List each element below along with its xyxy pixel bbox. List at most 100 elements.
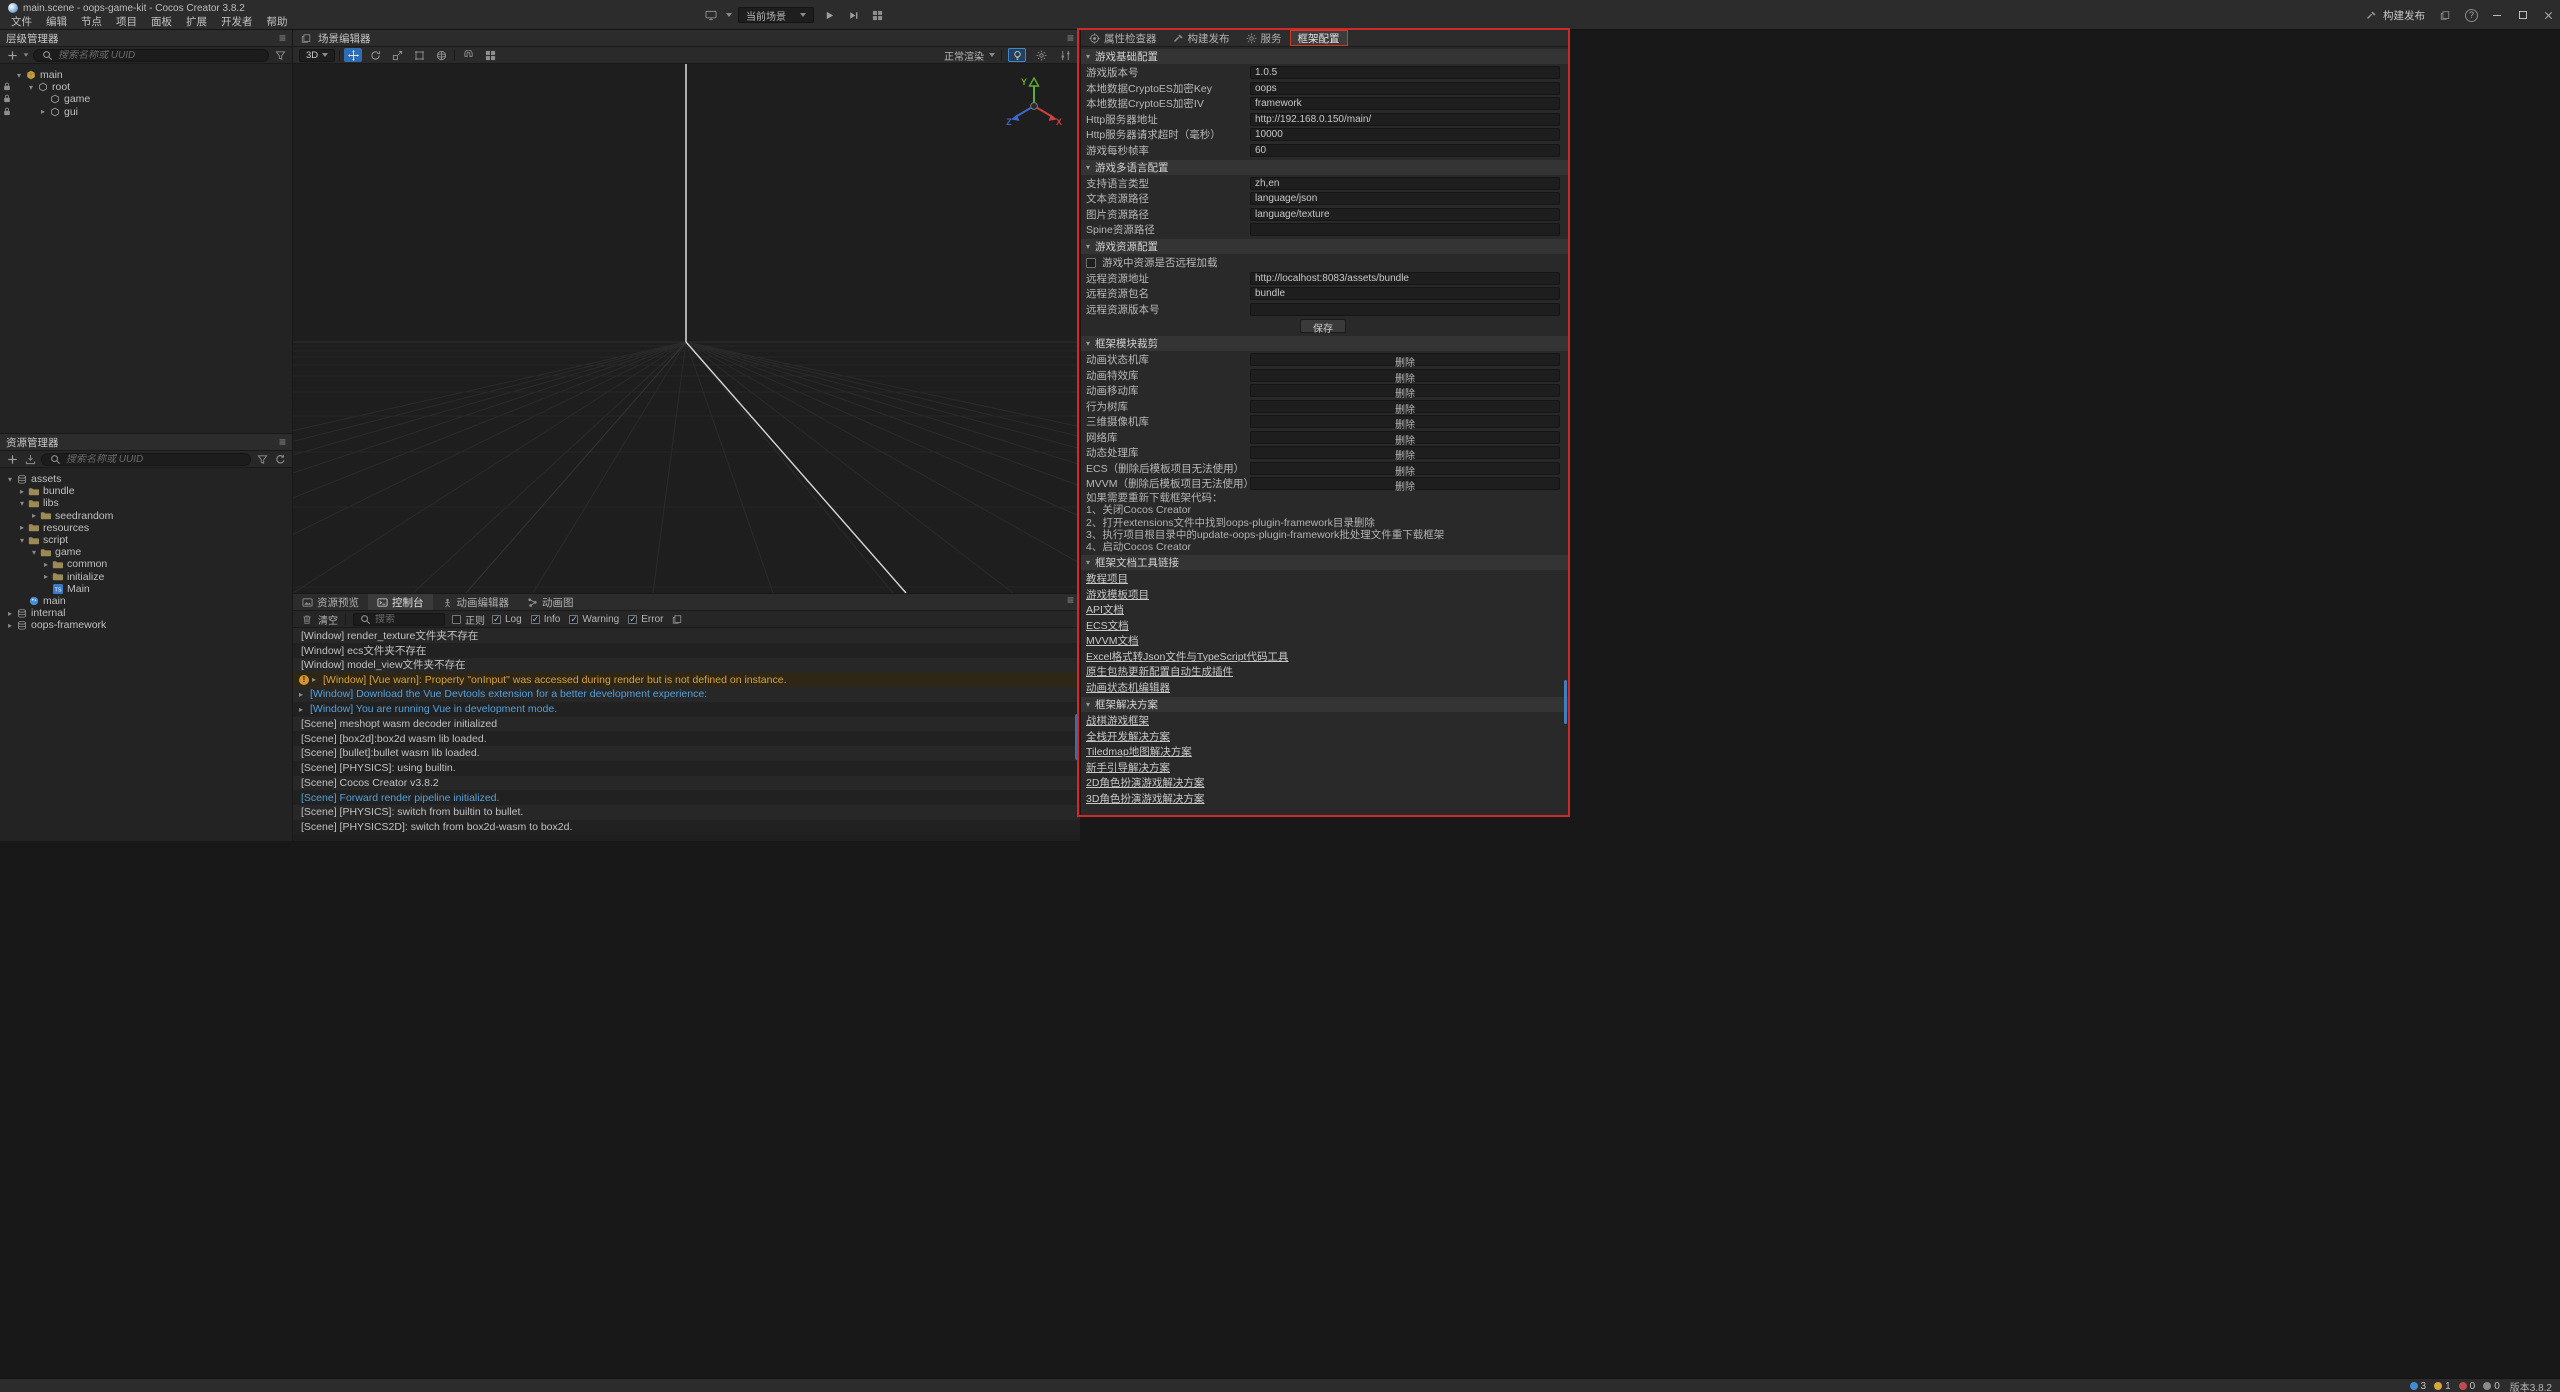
console-search[interactable]	[353, 613, 445, 626]
gizmo-space-button[interactable]	[432, 48, 450, 62]
minimize-button[interactable]	[2489, 8, 2504, 23]
inspector-tab[interactable]: 服务	[1238, 30, 1290, 46]
hierarchy-node[interactable]: ▸gui	[0, 106, 292, 118]
filter-error[interactable]: Error	[628, 614, 663, 625]
grid-snap-button[interactable]	[481, 48, 499, 62]
asset-node[interactable]: TSMain	[0, 583, 292, 595]
doc-link[interactable]: 3D角色扮演游戏解决方案	[1086, 791, 1204, 806]
expand-arrow[interactable]: ▸	[5, 609, 15, 618]
property-input[interactable]	[1250, 223, 1560, 236]
add-node-button[interactable]	[5, 48, 19, 62]
doc-link[interactable]: ECS文档	[1086, 618, 1129, 633]
panel-menu-icon[interactable]	[1067, 32, 1074, 44]
inspector-tab[interactable]: 属性检查器	[1081, 30, 1165, 46]
property-input[interactable]	[1250, 177, 1560, 190]
expand-arrow[interactable]: ▾	[29, 548, 39, 557]
expand-arrow[interactable]: ▸	[299, 705, 308, 714]
doc-link[interactable]: 战棋游戏框架	[1086, 713, 1149, 728]
property-input[interactable]	[1250, 113, 1560, 126]
rect-tool-button[interactable]	[410, 48, 428, 62]
console-tab[interactable]: 动画图	[518, 594, 583, 610]
expand-arrow[interactable]: ▸	[17, 487, 27, 496]
delete-button[interactable]: 删除	[1250, 477, 1560, 490]
menu-item[interactable]: 帮助	[260, 15, 295, 30]
menu-item[interactable]: 编辑	[39, 15, 74, 30]
section-header[interactable]: ▾框架文档工具链接	[1081, 555, 1568, 570]
log-row[interactable]: [Window] render_texture文件夹不存在	[293, 628, 1080, 643]
asset-node[interactable]: ▸internal	[0, 607, 292, 619]
regex-toggle[interactable]: 正则	[452, 612, 485, 627]
property-input[interactable]	[1250, 192, 1560, 205]
assets-search-input[interactable]	[66, 454, 244, 465]
status-badge-info[interactable]: 3	[2410, 1381, 2427, 1392]
asset-node[interactable]: ▸seedrandom	[0, 510, 292, 522]
snap-tool-button[interactable]	[459, 48, 477, 62]
render-mode-select[interactable]: 正常渲染	[944, 48, 995, 63]
expand-arrow[interactable]: ▸	[41, 572, 51, 581]
log-row[interactable]: [Scene] [bullet]:bullet wasm lib loaded.	[293, 746, 1080, 761]
menu-item[interactable]: 面板	[144, 15, 179, 30]
view-options-button[interactable]	[1056, 48, 1074, 62]
hierarchy-node[interactable]: game	[0, 93, 292, 105]
section-header[interactable]: ▾游戏多语言配置	[1081, 160, 1568, 175]
log-row[interactable]: [Scene] [PHYSICS]: using builtin.	[293, 761, 1080, 776]
export-log-icon[interactable]	[670, 612, 684, 626]
panel-menu-icon[interactable]	[279, 436, 286, 448]
property-input[interactable]	[1250, 128, 1560, 141]
section-header[interactable]: ▾框架解决方案	[1081, 697, 1568, 712]
hierarchy-search-input[interactable]	[58, 50, 262, 61]
build-publish-button[interactable]: 构建发布	[2364, 8, 2425, 23]
delete-button[interactable]: 删除	[1250, 462, 1560, 475]
inspector-scrollbar[interactable]	[1564, 680, 1567, 724]
doc-link[interactable]: Excel格式转Json文件与TypeScript代码工具	[1086, 649, 1288, 664]
close-button[interactable]	[2541, 8, 2556, 23]
delete-button[interactable]: 删除	[1250, 353, 1560, 366]
checkbox[interactable]	[628, 615, 637, 624]
menu-item[interactable]: 文件	[4, 15, 39, 30]
expand-arrow[interactable]: ▾	[17, 536, 27, 545]
expand-arrow[interactable]: ▸	[41, 560, 51, 569]
property-input[interactable]	[1250, 208, 1560, 221]
expand-arrow[interactable]: ▾	[26, 83, 36, 92]
inspector-tab[interactable]: 框架配置	[1290, 30, 1348, 46]
property-input[interactable]	[1250, 303, 1560, 316]
maximize-button[interactable]	[2515, 8, 2530, 23]
save-button[interactable]: 保存	[1300, 319, 1346, 333]
expand-arrow[interactable]: ▾	[5, 475, 15, 484]
layout-windows-icon[interactable]	[2436, 7, 2454, 23]
light-toggle-button[interactable]	[1008, 48, 1026, 62]
property-input[interactable]	[1250, 82, 1560, 95]
log-row[interactable]: [Scene] Cocos Creator v3.8.2	[293, 776, 1080, 791]
axis-gizmo[interactable]: Y X Z	[1002, 72, 1066, 136]
filter-log[interactable]: Log	[492, 614, 522, 625]
property-input[interactable]	[1250, 144, 1560, 157]
asset-node[interactable]: ▾game	[0, 546, 292, 558]
filter-info[interactable]: Info	[531, 614, 561, 625]
log-row[interactable]: [Window] model_view文件夹不存在	[293, 658, 1080, 673]
menu-item[interactable]: 扩展	[179, 15, 214, 30]
delete-button[interactable]: 删除	[1250, 369, 1560, 382]
section-header[interactable]: ▾框架模块裁剪	[1081, 336, 1568, 351]
hierarchy-node[interactable]: ▾root	[0, 81, 292, 93]
menu-item[interactable]: 项目	[109, 15, 144, 30]
asset-node[interactable]: ▸bundle	[0, 485, 292, 497]
refresh-icon[interactable]	[273, 452, 287, 466]
property-input[interactable]	[1250, 66, 1560, 79]
scene-viewport[interactable]: Y X Z	[293, 64, 1080, 593]
doc-link[interactable]: 新手引导解决方案	[1086, 760, 1170, 775]
asset-node[interactable]: ▸initialize	[0, 571, 292, 583]
doc-link[interactable]: 游戏模板项目	[1086, 587, 1149, 602]
asset-node[interactable]: ▾script	[0, 534, 292, 546]
help-icon[interactable]: ?	[2465, 9, 2478, 22]
expand-arrow[interactable]: ▸	[5, 621, 15, 630]
checkbox[interactable]	[492, 615, 501, 624]
clear-button[interactable]: 清空	[300, 612, 338, 627]
delete-button[interactable]: 删除	[1250, 446, 1560, 459]
doc-link[interactable]: MVVM文档	[1086, 633, 1139, 648]
inspector-tab[interactable]: 构建发布	[1165, 30, 1238, 46]
doc-link[interactable]: 2D角色扮演游戏解决方案	[1086, 775, 1204, 790]
log-row[interactable]: [Scene] [PHYSICS2D]: switch from box2d-w…	[293, 820, 1080, 835]
layout-grid-button[interactable]	[868, 7, 886, 23]
console-tab[interactable]: 资源预览	[293, 594, 368, 610]
add-asset-button[interactable]	[5, 452, 19, 466]
